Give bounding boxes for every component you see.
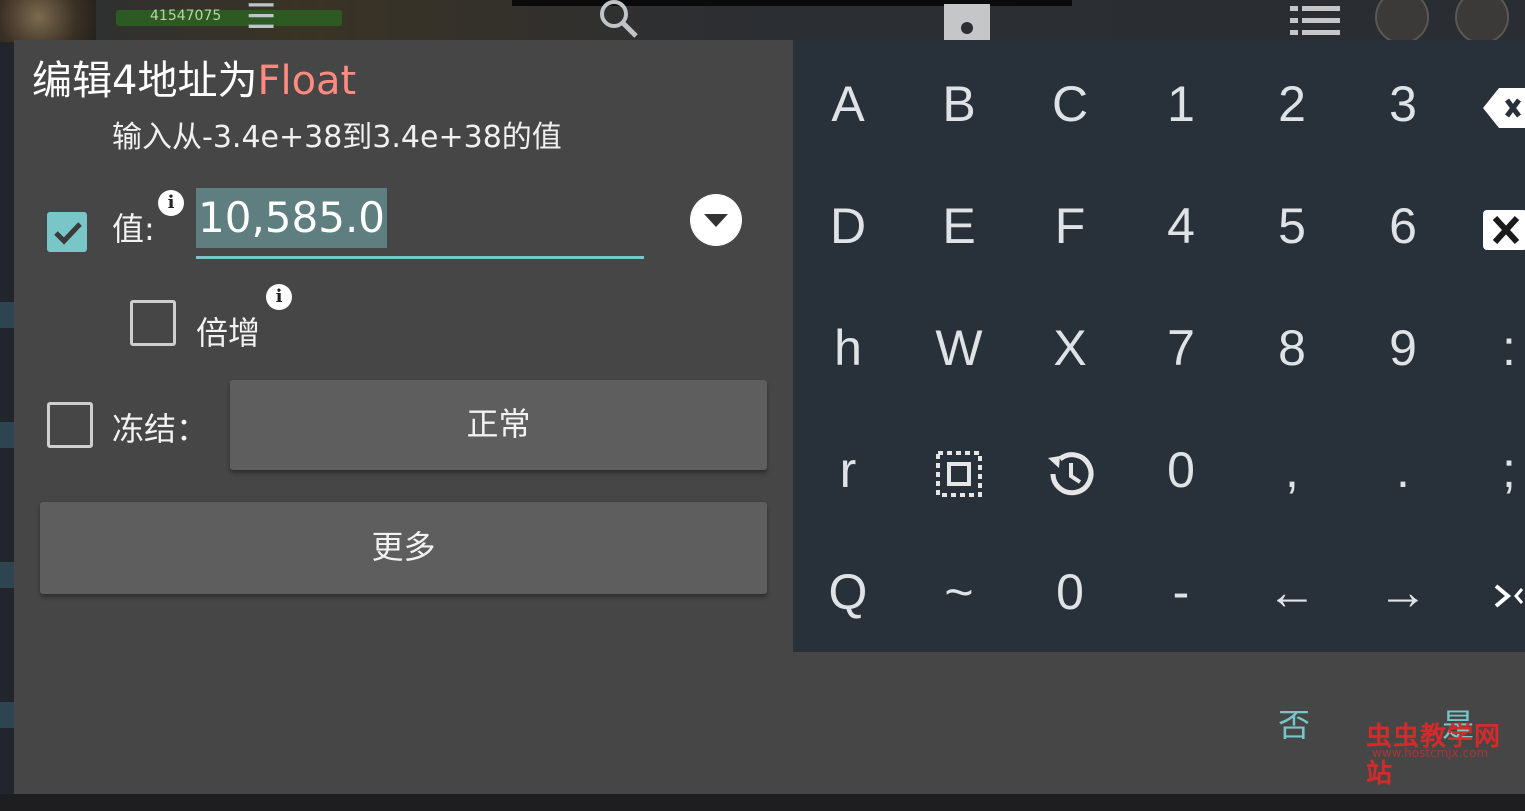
more-button[interactable]: 更多	[40, 502, 767, 594]
background-left-strip	[0, 42, 14, 811]
range-hint: 输入从-3.4e+38到3.4e+38的值	[112, 120, 562, 155]
hide-keyboard-icon	[1494, 584, 1524, 608]
key-C[interactable]: C	[1015, 44, 1125, 164]
key-F[interactable]: F	[1015, 166, 1125, 286]
value-input[interactable]: 10,585.0	[196, 186, 644, 260]
hp-text: 41547075	[150, 8, 222, 24]
hex-keyboard: A B C 1 2 3 D E F 4 5 6 h W X 7 8 9: r …	[793, 40, 1525, 652]
cursor-right-key[interactable]: →	[1348, 532, 1458, 652]
settings-sliders-icon: ☰	[246, 0, 277, 37]
backspace-icon	[1483, 87, 1525, 128]
skill-button	[1375, 0, 1429, 44]
select-all-key[interactable]	[904, 410, 1014, 530]
value-input-underline	[196, 256, 644, 259]
key-period[interactable]: .	[1348, 410, 1458, 530]
key-minus[interactable]: -	[1126, 532, 1236, 652]
value-history-dropdown-button[interactable]	[690, 194, 742, 246]
value-label: 值:	[112, 210, 155, 248]
history-icon	[1048, 452, 1094, 495]
background-game-bar: 41547075 ☰	[0, 0, 1525, 44]
key-semicolon[interactable]: ;	[1493, 410, 1525, 530]
key-colon[interactable]: :	[1493, 288, 1525, 408]
key-B[interactable]: B	[904, 44, 1014, 164]
key-0[interactable]: 0	[1126, 410, 1236, 530]
chevron-down-icon	[704, 214, 728, 227]
key-E[interactable]: E	[904, 166, 1014, 286]
value-input-text: 10,585.0	[196, 188, 388, 248]
key-0-alt[interactable]: 0	[1015, 532, 1125, 652]
edit-value-dialog: 编辑4地址为Float 输入从-3.4e+38到3.4e+38的值 值: i 1…	[14, 40, 1525, 794]
key-tilde[interactable]: ~	[904, 532, 1014, 652]
multiply-label: 倍增	[196, 314, 261, 352]
key-W[interactable]: W	[904, 288, 1014, 408]
value-checkbox[interactable]	[47, 212, 87, 252]
cursor-left-key[interactable]: ←	[1237, 532, 1347, 652]
multiply-info-icon[interactable]: i	[266, 284, 292, 310]
key-5[interactable]: 5	[1237, 166, 1347, 286]
key-comma[interactable]: ,	[1237, 410, 1347, 530]
value-info-icon[interactable]: i	[158, 190, 184, 216]
multiply-checkbox[interactable]	[130, 300, 176, 346]
freeze-mode-button[interactable]: 正常	[230, 380, 767, 470]
freeze-label: 冻结：	[112, 410, 209, 448]
dialog-title: 编辑4地址为Float	[32, 48, 356, 106]
title-prefix: 编辑4地址为	[32, 58, 258, 104]
watermark-url: www.hostcmjx.com	[1372, 746, 1489, 760]
key-A[interactable]: A	[793, 44, 903, 164]
backspace-key[interactable]	[1483, 44, 1525, 164]
key-7[interactable]: 7	[1126, 288, 1236, 408]
key-Q[interactable]: Q	[793, 532, 903, 652]
hide-keyboard-key[interactable]	[1493, 532, 1525, 652]
freeze-checkbox[interactable]	[47, 402, 93, 448]
background-bottom-strip	[0, 794, 1525, 811]
history-key[interactable]	[1015, 410, 1125, 530]
select-all-icon	[936, 450, 982, 497]
cancel-button[interactable]: 否	[1278, 700, 1310, 746]
key-3[interactable]: 3	[1348, 44, 1458, 164]
key-X[interactable]: X	[1015, 288, 1125, 408]
pause-button	[1455, 0, 1509, 44]
key-8[interactable]: 8	[1237, 288, 1347, 408]
key-h[interactable]: h	[793, 288, 903, 408]
key-D[interactable]: D	[793, 166, 903, 286]
key-4[interactable]: 4	[1126, 166, 1236, 286]
title-type: Float	[257, 58, 357, 104]
avatar	[0, 0, 96, 42]
key-9[interactable]: 9	[1348, 288, 1458, 408]
key-1[interactable]: 1	[1126, 44, 1236, 164]
clear-key[interactable]	[1483, 166, 1525, 286]
key-2[interactable]: 2	[1237, 44, 1347, 164]
clear-icon	[1483, 209, 1525, 250]
key-6[interactable]: 6	[1348, 166, 1458, 286]
key-r[interactable]: r	[793, 410, 903, 530]
